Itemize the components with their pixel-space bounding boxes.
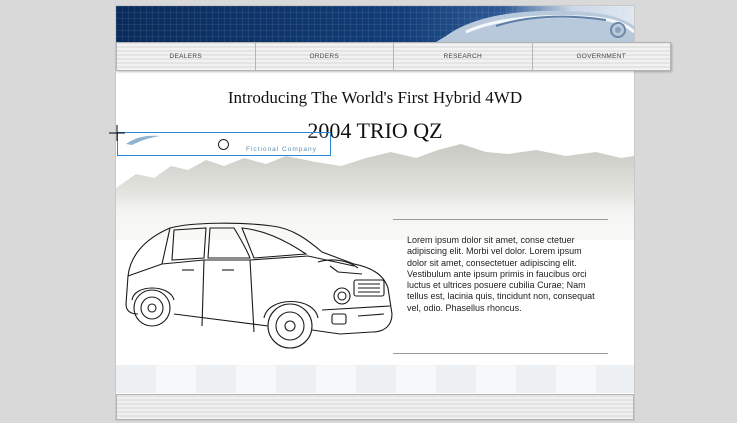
header-banner xyxy=(116,6,634,42)
nav-item-research[interactable]: RESEARCH xyxy=(394,43,533,70)
rotation-handle[interactable] xyxy=(218,139,229,150)
footer-pattern xyxy=(116,365,634,393)
text-divider-bottom xyxy=(393,353,608,354)
suv-line-drawing xyxy=(125,222,393,349)
swoosh-logo-icon xyxy=(126,135,160,145)
text-divider-top xyxy=(393,219,608,220)
nav-item-government[interactable]: GOVERNMENT xyxy=(533,43,671,70)
banner-car-image xyxy=(436,10,634,42)
description-paragraph: Lorem ipsum dolor sit amet, conse ctetue… xyxy=(407,235,595,313)
footer-bar xyxy=(116,394,634,420)
main-navigation: DEALERS ORDERS RESEARCH GOVERNMENT xyxy=(116,42,671,71)
hero-headline: Introducing The World's First Hybrid 4WD xyxy=(227,88,523,107)
logo-company-name: Fictional Company xyxy=(246,146,317,153)
nav-item-dealers[interactable]: DEALERS xyxy=(117,43,256,70)
nav-item-orders[interactable]: ORDERS xyxy=(256,43,394,70)
crosshair-cursor-icon xyxy=(109,125,125,141)
